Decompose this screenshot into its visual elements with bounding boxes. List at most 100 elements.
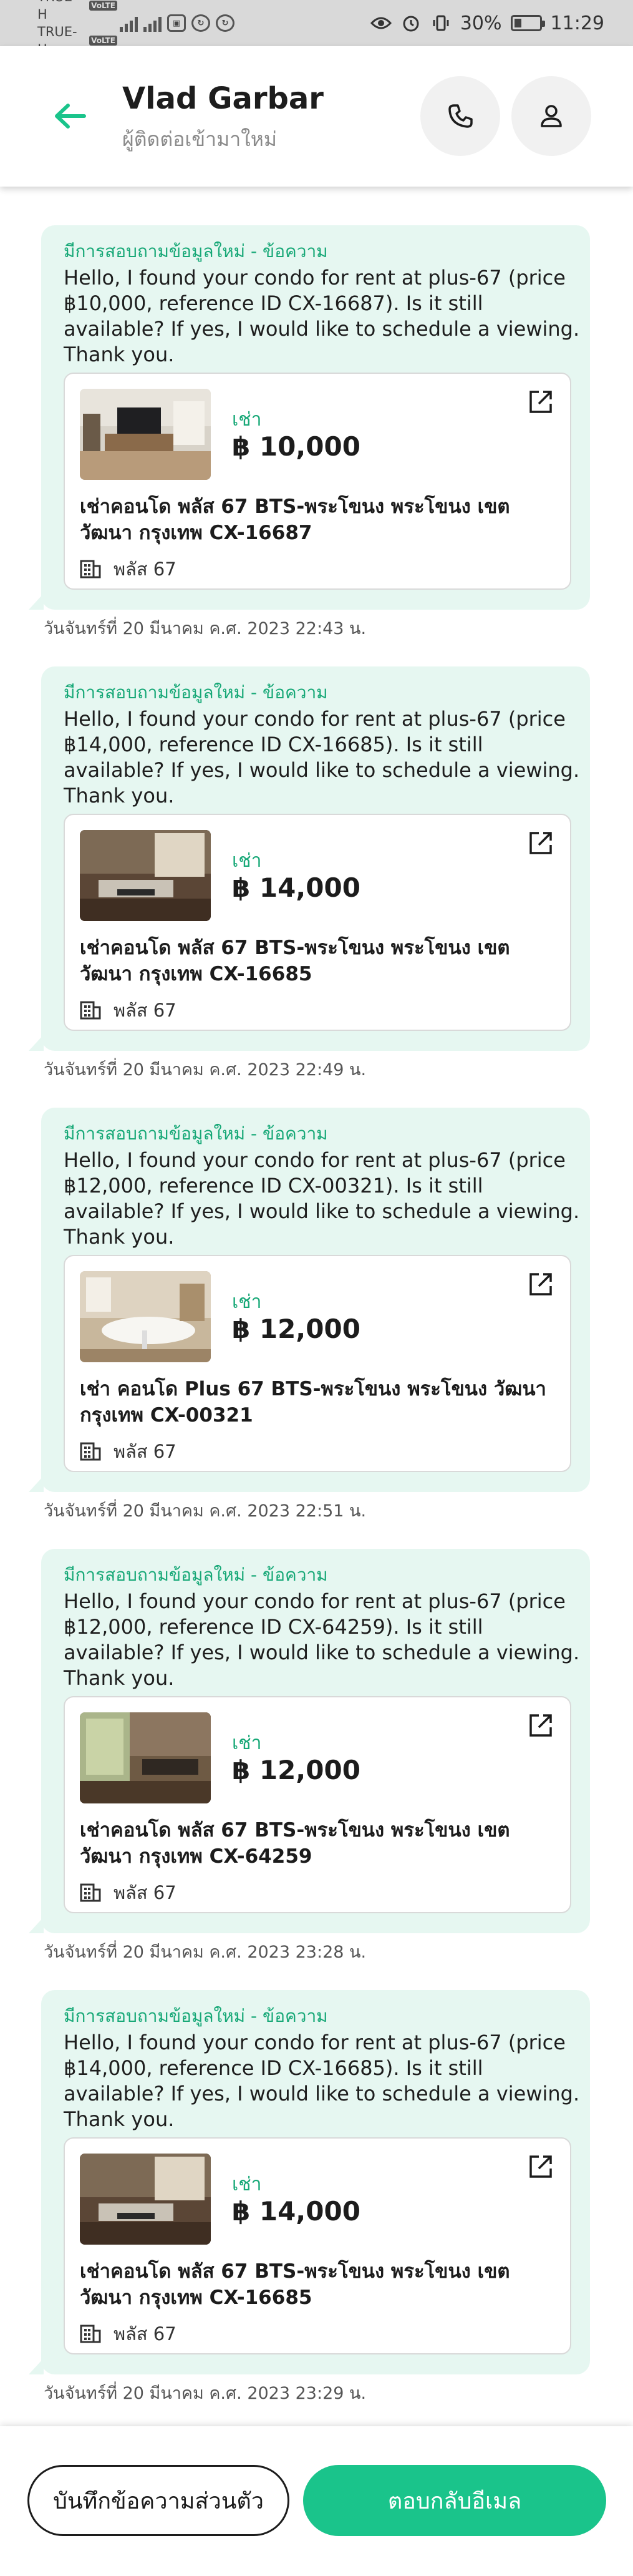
inquiry-title: มีการสอบถามข้อมูลใหม่ - ข้อความ — [64, 682, 328, 703]
call-button[interactable] — [420, 76, 500, 156]
bubble-tail — [29, 1476, 44, 1492]
reply-email-button[interactable]: ตอบกลับอีเมล — [303, 2465, 606, 2536]
inquiry-message: มีการสอบถามข้อมูลใหม่ - ข้อความ Hello, I… — [41, 1108, 590, 1492]
listing-price: ฿ 14,000 — [232, 872, 360, 903]
bubble-tail — [29, 2358, 44, 2374]
listing-type: เช่า — [232, 2174, 262, 2195]
listing-title: เช่าคอนโด พลัส 67 BTS-พระโขนง พระโขนง เข… — [80, 2260, 510, 2309]
inquiry-title: มีการสอบถามข้อมูลใหม่ - ข้อความ — [64, 1564, 328, 1585]
carrier-name: TRUE-H — [37, 0, 77, 22]
listing-price: ฿ 14,000 — [232, 2196, 360, 2227]
open-listing-button[interactable] — [525, 2151, 556, 2182]
person-icon — [541, 105, 562, 127]
inquiry-text: Hello, I found your condo for rent at pl… — [64, 2031, 580, 2131]
back-button[interactable] — [44, 90, 96, 142]
action-bar: บันทึกข้อความส่วนตัว ตอบกลับอีเมล — [0, 2426, 633, 2576]
listing-card[interactable]: เช่า ฿ 14,000 เช่าคอนโด พลัส 67 BTS-พระโ… — [64, 814, 571, 1031]
building-icon — [80, 2325, 101, 2343]
listing-type: เช่า — [232, 850, 262, 872]
listing-title: เช่าคอนโด พลัส 67 BTS-พระโขนง พระโขนง เข… — [80, 937, 510, 985]
listing-type: เช่า — [232, 409, 262, 431]
listing-title: เช่าคอนโด พลัส 67 BTS-พระโขนง พระโขนง เข… — [80, 1819, 510, 1868]
external-link-icon — [529, 1273, 552, 1295]
open-listing-button[interactable] — [525, 386, 556, 417]
project-name: พลัส 67 — [114, 1000, 176, 1021]
listing-card[interactable]: เช่า ฿ 12,000 เช่า คอนโด Plus 67 BTS-พระ… — [64, 1255, 571, 1472]
inquiry-title: มีการสอบถามข้อมูลใหม่ - ข้อความ — [64, 241, 328, 261]
conversation-header: Vlad Garbar ผู้ติดต่อเข้ามาใหม่ — [0, 46, 633, 187]
listing-type: เช่า — [232, 1732, 262, 1754]
inquiry-text: Hello, I found your condo for rent at pl… — [64, 1148, 580, 1249]
bubble-tail — [29, 1917, 44, 1933]
inquiry-text: Hello, I found your condo for rent at pl… — [64, 707, 580, 807]
listing-photo — [80, 1271, 211, 1362]
private-note-button[interactable]: บันทึกข้อความส่วนตัว — [27, 2465, 289, 2536]
phone-icon — [448, 104, 473, 128]
vibrate-icon — [430, 12, 452, 34]
message-time: วันจันทร์ที่ 20 มีนาคม ค.ศ. 2023 23:28 น… — [44, 1943, 367, 1962]
external-link-icon — [529, 391, 552, 413]
signal-icon — [143, 14, 162, 32]
battery-fill — [514, 19, 521, 27]
listing-title: เช่าคอนโด พลัส 67 BTS-พระโขนง พระโขนง เข… — [80, 495, 510, 544]
status-time: 11:29 — [550, 12, 604, 34]
volte-badge: VoLTE — [89, 1, 117, 11]
inquiry-message: มีการสอบถามข้อมูลใหม่ - ข้อความ Hello, I… — [41, 1549, 590, 1933]
listing-card[interactable]: เช่า ฿ 12,000 เช่าคอนโด พลัส 67 BTS-พระโ… — [64, 1696, 571, 1913]
open-listing-button[interactable] — [525, 827, 556, 859]
listing-photo — [80, 830, 211, 921]
listing-photo — [80, 1712, 211, 1803]
status-bar: TRUE-H VoLTE TRUE-H VoLTE ▣ ↻ ↻ 30% — [0, 0, 633, 57]
message-time: วันจันทร์ที่ 20 มีนาคม ค.ศ. 2023 22:43 น… — [44, 619, 367, 638]
building-icon — [80, 1883, 101, 1902]
external-link-icon — [529, 2155, 552, 2178]
inquiry-title: มีการสอบถามข้อมูลใหม่ - ข้อความ — [64, 1123, 328, 1144]
open-listing-button[interactable] — [525, 1269, 556, 1300]
inquiry-text: Hello, I found your condo for rent at pl… — [64, 266, 580, 366]
status-right: 30% 11:29 — [370, 12, 604, 34]
contact-name: Vlad Garbar — [122, 81, 324, 116]
building-icon — [80, 560, 101, 578]
sync-icon: ↻ — [191, 14, 210, 32]
project-row: พลัส 67 — [80, 1437, 176, 1466]
listing-price: ฿ 12,000 — [232, 1755, 360, 1785]
external-link-icon — [529, 832, 552, 854]
alarm-icon — [400, 12, 422, 34]
project-name: พลัส 67 — [114, 559, 176, 580]
listing-card[interactable]: เช่า ฿ 10,000 เช่าคอนโด พลัส 67 BTS-พระโ… — [64, 373, 571, 590]
bubble-tail — [29, 593, 44, 610]
signal-icon — [120, 14, 138, 32]
project-row: พลัส 67 — [80, 1878, 176, 1907]
bubble-tail — [29, 1035, 44, 1051]
listing-title: เช่า คอนโด Plus 67 BTS-พระโขนง พระโขนง ว… — [80, 1378, 546, 1427]
project-row: พลัส 67 — [80, 2320, 176, 2348]
contact-profile-button[interactable] — [511, 76, 591, 156]
message-time: วันจันทร์ที่ 20 มีนาคม ค.ศ. 2023 22:49 น… — [44, 1060, 367, 1080]
project-row: พลัส 67 — [80, 996, 176, 1025]
inquiry-message: มีการสอบถามข้อมูลใหม่ - ข้อความ Hello, I… — [41, 225, 590, 610]
project-row: พลัส 67 — [80, 555, 176, 583]
eye-icon — [370, 12, 392, 34]
volte-badge: VoLTE — [89, 36, 117, 46]
inquiry-message: มีการสอบถามข้อมูลใหม่ - ข้อความ Hello, I… — [41, 1990, 590, 2374]
app-notification-icon: ▣ — [167, 14, 186, 32]
listing-card[interactable]: เช่า ฿ 14,000 เช่าคอนโด พลัส 67 BTS-พระโ… — [64, 2137, 571, 2354]
project-name: พลัส 67 — [114, 1441, 176, 1462]
listing-price: ฿ 12,000 — [232, 1314, 360, 1344]
external-link-icon — [529, 1714, 552, 1737]
inquiry-message: มีการสอบถามข้อมูลใหม่ - ข้อความ Hello, I… — [41, 666, 590, 1051]
sync-icon: ↻ — [216, 14, 234, 32]
inquiry-title: มีการสอบถามข้อมูลใหม่ - ข้อความ — [64, 2006, 328, 2026]
arrow-left-icon — [55, 104, 86, 129]
carrier-1: TRUE-H VoLTE — [37, 0, 117, 23]
building-icon — [80, 1001, 101, 1020]
project-name: พลัส 67 — [114, 2323, 176, 2344]
battery-percent: 30% — [460, 12, 502, 34]
battery-icon — [510, 15, 545, 31]
building-icon — [80, 1442, 101, 1461]
listing-type: เช่า — [232, 1291, 262, 1313]
message-time: วันจันทร์ที่ 20 มีนาคม ค.ศ. 2023 22:51 น… — [44, 1501, 367, 1521]
listing-photo — [80, 2154, 211, 2245]
listing-price: ฿ 10,000 — [232, 431, 360, 462]
open-listing-button[interactable] — [525, 1710, 556, 1741]
